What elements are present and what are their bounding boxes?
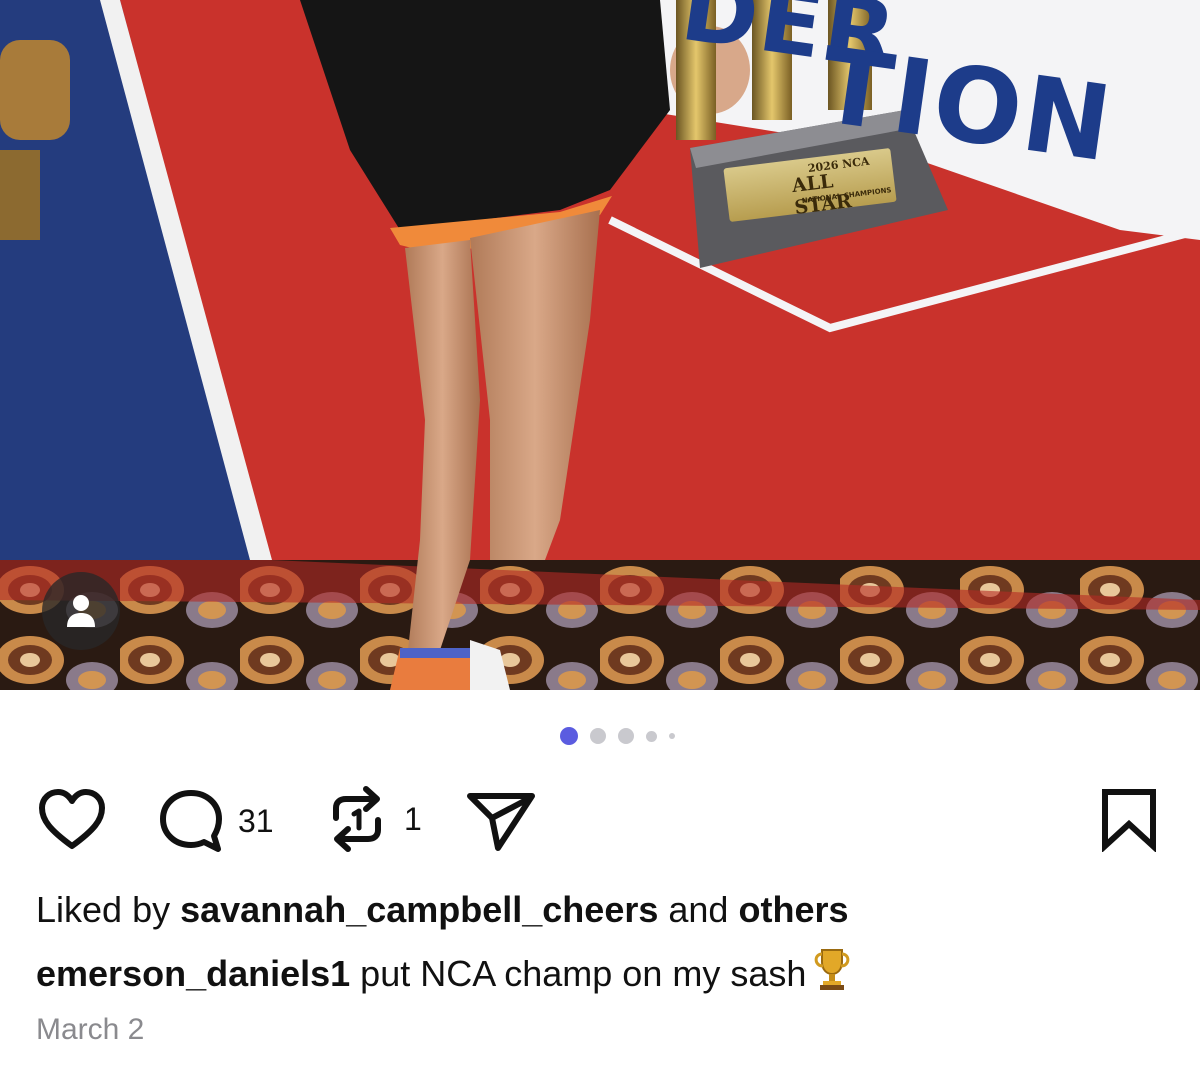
likes-others-link[interactable]: others (738, 889, 848, 930)
comment-count: 31 (238, 802, 274, 839)
trophy-icon (812, 946, 852, 1004)
comment-bubble-icon (160, 790, 222, 852)
repost-icon (333, 786, 381, 852)
post-caption: emerson_daniels1 put NCA champ on my sas… (36, 946, 852, 1004)
liked-by-username[interactable]: savannah_campbell_cheers (180, 889, 658, 930)
like-button[interactable] (38, 788, 106, 850)
post-photo[interactable]: DER TION 2026 NCA ALL STAR NATIONAL CHAM… (0, 0, 1200, 690)
carousel-dot[interactable] (646, 730, 657, 742)
repost-count: 1 (404, 800, 422, 837)
comment-button[interactable]: 31 (158, 788, 274, 854)
post-action-bar: 31 1 (0, 780, 1200, 860)
likes-summary[interactable]: Liked by savannah_campbell_cheers and ot… (36, 888, 849, 932)
send-icon (467, 793, 535, 851)
heart-icon (39, 789, 105, 849)
tagged-people-button[interactable] (42, 572, 120, 650)
carousel-dot[interactable] (669, 733, 675, 739)
share-button[interactable] (466, 790, 536, 852)
carousel-dot[interactable] (590, 728, 606, 744)
repost-button[interactable]: 1 (326, 786, 422, 852)
save-button[interactable] (1100, 788, 1158, 852)
carousel-dot[interactable] (618, 728, 634, 744)
post-date: March 2 (36, 1013, 145, 1046)
carousel-dot-active[interactable] (560, 727, 578, 745)
likes-middle: and (668, 889, 729, 930)
bookmark-icon (1102, 789, 1156, 852)
person-icon (67, 595, 95, 627)
caption-text: put NCA champ on my sash (360, 953, 807, 994)
carousel-indicator[interactable] (560, 726, 675, 746)
likes-prefix: Liked by (36, 889, 171, 930)
caption-username[interactable]: emerson_daniels1 (36, 953, 350, 994)
